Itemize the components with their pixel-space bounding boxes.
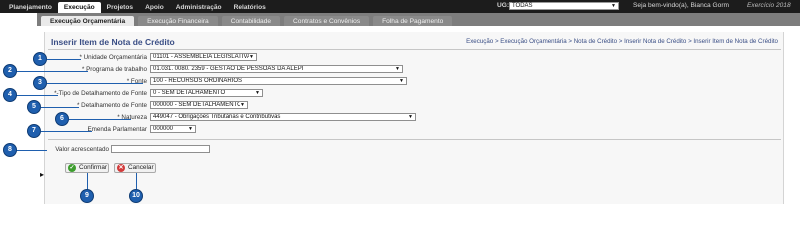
chevron-down-icon: ▼ [188, 126, 193, 132]
tab-contratos-convenios[interactable]: Contratos e Convênios [284, 16, 370, 26]
callout-line-10 [136, 173, 137, 190]
detalhamento-value: 000000 - SEM DETALHAMENTO [153, 102, 242, 108]
top-nav: Planejamento Execução Projetos Apoio Adm… [3, 2, 272, 13]
fonte-select[interactable]: 100 - RECURSOS ORDINÁRIOS ▼ [150, 77, 407, 85]
sub-nav: Execução Orçamentária Execução Financeir… [41, 16, 456, 26]
tipo-detalhamento-value: 0 - SEM DETALHAMENTO [153, 90, 226, 96]
valor-label: Valor acrescentado [55, 146, 109, 153]
emenda-value: 000000 [153, 126, 174, 132]
unidade-value: 01101 - ASSEMBLEIA LEGISLATIVA [153, 54, 252, 60]
callout-line-3 [47, 83, 143, 84]
callout-line-4 [13, 95, 58, 96]
callout-badge-4: 4 [3, 88, 17, 102]
ug-label: UG: [497, 2, 510, 9]
close-icon: ✕ [117, 164, 125, 172]
cancel-label: Cancelar [128, 164, 154, 171]
chevron-down-icon: ▼ [255, 90, 260, 96]
welcome-text: Seja bem-vindo(a), Bianca Gorm [633, 2, 730, 9]
tab-folha-pagamento[interactable]: Folha de Pagamento [373, 16, 453, 26]
tipo-detalhamento-select[interactable]: 0 - SEM DETALHAMENTO ▼ [150, 89, 263, 97]
nav-relatorios[interactable]: Relatórios [228, 2, 272, 13]
callout-badge-2: 2 [3, 64, 17, 78]
natureza-select[interactable]: 449047 - Obrigações Tributárias e Contri… [150, 113, 416, 121]
callout-line-2 [13, 71, 88, 72]
form-divider [48, 139, 781, 140]
chevron-down-icon: ▼ [399, 78, 404, 84]
tab-contabilidade[interactable]: Contabilidade [221, 16, 281, 26]
natureza-value: 449047 - Obrigações Tributárias e Contri… [153, 114, 281, 120]
tab-execucao-orcamentaria[interactable]: Execução Orçamentária [41, 16, 135, 26]
nav-apoio[interactable]: Apoio [139, 2, 170, 13]
programa-label: * Programa de trabalho [81, 66, 147, 73]
chevron-down-icon: ▼ [249, 54, 254, 60]
cancel-button[interactable]: ✕ Cancelar [114, 163, 156, 173]
detalhamento-label: * Detalhamento de Fonte [76, 102, 147, 109]
confirm-button[interactable]: ✓ Confirmar [65, 163, 109, 173]
callout-badge-9: 9 [80, 189, 94, 203]
callout-badge-6: 6 [55, 112, 69, 126]
emenda-select[interactable]: 000000 ▼ [150, 125, 196, 133]
unidade-select[interactable]: 01101 - ASSEMBLEIA LEGISLATIVA ▼ [150, 53, 257, 61]
chevron-down-icon: ▼ [395, 66, 400, 72]
programa-value: 01.031. 0080. 2359 - GESTÃO DE PESSOAS D… [153, 66, 304, 72]
callout-badge-10: 10 [129, 189, 143, 203]
tipo-detalhamento-label: *-Tipo de Detalhamento de Fonte [54, 90, 147, 97]
programa-select[interactable]: 01.031. 0080. 2359 - GESTÃO DE PESSOAS D… [150, 65, 403, 73]
title-divider [48, 49, 781, 50]
confirm-label: Confirmar [79, 164, 108, 171]
nav-execucao[interactable]: Execução [57, 2, 101, 13]
callout-badge-3: 3 [33, 76, 47, 90]
callout-line-1 [47, 59, 81, 60]
emenda-label: Emenda Parlamentar [87, 126, 147, 133]
callout-badge-5: 5 [27, 100, 41, 114]
ug-select-value: TODAS [512, 3, 533, 9]
exercicio-text: Exercício 2018 [747, 2, 791, 9]
chevron-down-icon: ▼ [611, 3, 616, 9]
ug-select[interactable]: TODAS ▼ [509, 2, 619, 10]
collapse-handle-icon[interactable]: ▸ [40, 170, 44, 179]
callout-line-5 [41, 107, 79, 108]
page-title: Inserir Item de Nota de Crédito [51, 37, 175, 47]
callout-line-8 [13, 150, 47, 151]
fonte-value: 100 - RECURSOS ORDINÁRIOS [153, 78, 243, 84]
nav-administracao[interactable]: Administração [170, 2, 228, 13]
callout-line-6 [69, 119, 131, 120]
callout-badge-7: 7 [27, 124, 41, 138]
unidade-label: * Unidade Orçamentária [79, 54, 147, 61]
callout-line-9 [87, 173, 88, 190]
chevron-down-icon: ▼ [240, 102, 245, 108]
callout-line-7 [41, 131, 92, 132]
nav-planejamento[interactable]: Planejamento [3, 2, 58, 13]
check-icon: ✓ [68, 164, 76, 172]
tab-execucao-financeira[interactable]: Execução Financeira [138, 16, 218, 26]
breadcrumb: Execução > Execução Orçamentária > Nota … [466, 38, 778, 45]
valor-input[interactable] [111, 145, 210, 153]
chevron-down-icon: ▼ [408, 114, 413, 120]
callout-badge-1: 1 [33, 52, 47, 66]
callout-badge-8: 8 [3, 143, 17, 157]
nav-projetos[interactable]: Projetos [101, 2, 139, 13]
detalhamento-select[interactable]: 000000 - SEM DETALHAMENTO ▼ [150, 101, 248, 109]
